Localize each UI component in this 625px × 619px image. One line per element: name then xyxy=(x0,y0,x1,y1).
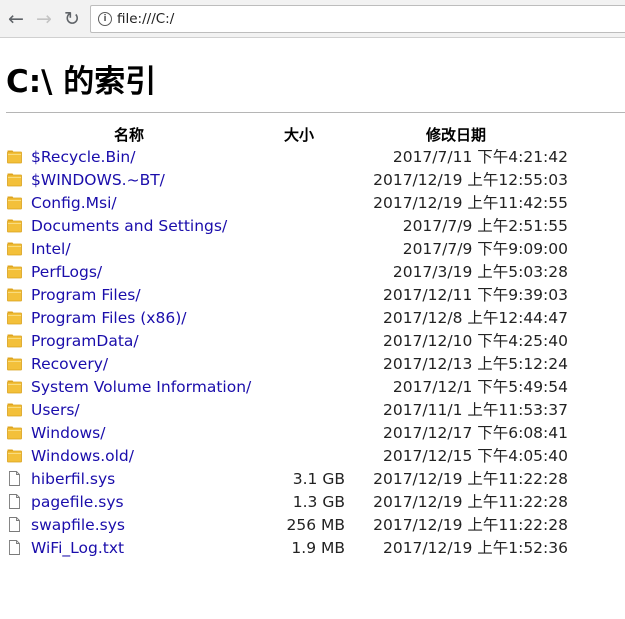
table-row: Program Files (x86)/ 2017/12/8 上午12:44:47 xyxy=(0,307,625,330)
info-icon[interactable]: i xyxy=(98,12,112,26)
table-row: Users/2017/11/1 上午11:53:37 xyxy=(0,399,625,422)
folder-icon xyxy=(7,241,22,256)
file-icon xyxy=(7,494,22,509)
table-row: $Recycle.Bin/2017/7/11 下午4:21:42 xyxy=(0,146,625,169)
entry-name-link[interactable]: Program Files (x86)/ xyxy=(31,308,186,328)
folder-icon xyxy=(7,264,22,279)
entry-name-link[interactable]: hiberfil.sys xyxy=(31,469,115,489)
entry-modified: 2017/12/19 上午12:55:03 xyxy=(373,171,568,189)
entry-name-link[interactable]: Windows.old/ xyxy=(31,446,134,466)
folder-icon xyxy=(7,287,22,302)
folder-icon xyxy=(7,195,22,210)
column-header-name[interactable]: 名称 xyxy=(114,125,144,145)
file-icon xyxy=(7,471,22,486)
column-header-size[interactable]: 大小 xyxy=(284,125,314,145)
folder-icon xyxy=(7,218,22,233)
entry-name-link[interactable]: Windows/ xyxy=(31,423,105,443)
entry-modified: 2017/7/9 下午9:09:00 xyxy=(402,240,568,258)
browser-toolbar: ← → ↻ i file:///C:/ xyxy=(0,0,625,38)
entry-modified: 2017/7/11 下午4:21:42 xyxy=(392,148,568,166)
table-row: ProgramData/2017/12/10 下午4:25:40 xyxy=(0,330,625,353)
address-bar-url[interactable]: file:///C:/ xyxy=(117,11,174,27)
table-row: Config.Msi/2017/12/19 上午11:42:55 xyxy=(0,192,625,215)
file-icon xyxy=(7,517,22,532)
entry-size: 256 MB xyxy=(286,516,345,534)
entry-size: 1.9 MB xyxy=(291,539,345,557)
entry-modified: 2017/12/8 上午12:44:47 xyxy=(382,309,568,327)
folder-icon xyxy=(7,310,22,325)
folder-icon xyxy=(7,402,22,417)
entry-modified: 2017/12/19 上午1:52:36 xyxy=(382,539,568,557)
entry-name-link[interactable]: System Volume Information/ xyxy=(31,377,251,397)
folder-icon xyxy=(7,149,22,164)
entry-modified: 2017/12/19 上午11:42:55 xyxy=(373,194,568,212)
folder-icon xyxy=(7,333,22,348)
entry-name-link[interactable]: Recovery/ xyxy=(31,354,108,374)
folder-icon xyxy=(7,425,22,440)
entry-name-link[interactable]: WiFi_Log.txt xyxy=(31,538,124,558)
entry-name-link[interactable]: Program Files/ xyxy=(31,285,141,305)
entry-modified: 2017/12/17 下午6:08:41 xyxy=(382,424,568,442)
entry-modified: 2017/7/9 上午2:51:55 xyxy=(402,217,568,235)
entry-modified: 2017/12/1 下午5:49:54 xyxy=(392,378,568,396)
entry-size: 1.3 GB xyxy=(292,493,345,511)
table-row: PerfLogs/2017/3/19 上午5:03:28 xyxy=(0,261,625,284)
entry-name-link[interactable]: swapfile.sys xyxy=(31,515,125,535)
entry-modified: 2017/12/11 下午9:39:03 xyxy=(382,286,568,304)
reload-icon[interactable]: ↻ xyxy=(62,8,82,30)
folder-icon xyxy=(7,379,22,394)
folder-icon xyxy=(7,172,22,187)
table-row: Intel/2017/7/9 下午9:09:00 xyxy=(0,238,625,261)
table-row: $WINDOWS.~BT/2017/12/19 上午12:55:03 xyxy=(0,169,625,192)
entry-name-link[interactable]: Documents and Settings/ xyxy=(31,216,227,236)
directory-listing: $Recycle.Bin/2017/7/11 下午4:21:42 $WINDOWS… xyxy=(0,146,625,560)
table-row: Windows/2017/12/17 下午6:08:41 xyxy=(0,422,625,445)
page-title: C:\ 的索引 xyxy=(6,64,157,100)
table-row: pagefile.sys 1.3 GB 2017/12/19 上午11:22:28 xyxy=(0,491,625,514)
title-divider xyxy=(6,112,625,113)
entry-name-link[interactable]: pagefile.sys xyxy=(31,492,124,512)
table-row: swapfile.sys 256 MB 2017/12/19 上午11:22:28 xyxy=(0,514,625,537)
entry-modified: 2017/12/19 上午11:22:28 xyxy=(373,516,568,534)
table-row: Recovery/2017/12/13 上午5:12:24 xyxy=(0,353,625,376)
entry-modified: 2017/12/13 上午5:12:24 xyxy=(382,355,568,373)
entry-modified: 2017/12/10 下午4:25:40 xyxy=(382,332,568,350)
column-header-modified[interactable]: 修改日期 xyxy=(426,125,486,145)
entry-modified: 2017/11/1 上午11:53:37 xyxy=(382,401,568,419)
table-row: System Volume Information/2017/12/1 下午5:… xyxy=(0,376,625,399)
arrow-right-icon[interactable]: → xyxy=(34,8,54,30)
entry-name-link[interactable]: $WINDOWS.~BT/ xyxy=(31,170,165,190)
entry-modified: 2017/12/19 上午11:22:28 xyxy=(373,470,568,488)
table-row: Windows.old/2017/12/15 下午4:05:40 xyxy=(0,445,625,468)
arrow-left-icon[interactable]: ← xyxy=(6,8,26,30)
entry-modified: 2017/3/19 上午5:03:28 xyxy=(392,263,568,281)
table-row: hiberfil.sys 3.1 GB 2017/12/19 上午11:22:28 xyxy=(0,468,625,491)
entry-name-link[interactable]: Intel/ xyxy=(31,239,71,259)
address-bar[interactable]: i file:///C:/ xyxy=(90,5,625,33)
entry-size: 3.1 GB xyxy=(292,470,345,488)
entry-modified: 2017/12/15 下午4:05:40 xyxy=(382,447,568,465)
folder-icon xyxy=(7,448,22,463)
table-row: Program Files/2017/12/11 下午9:39:03 xyxy=(0,284,625,307)
file-icon xyxy=(7,540,22,555)
entry-name-link[interactable]: Users/ xyxy=(31,400,80,420)
folder-icon xyxy=(7,356,22,371)
table-row: WiFi_Log.txt 1.9 MB 2017/12/19 上午1:52:36 xyxy=(0,537,625,560)
entry-modified: 2017/12/19 上午11:22:28 xyxy=(373,493,568,511)
table-row: Documents and Settings/2017/7/9 上午2:51:5… xyxy=(0,215,625,238)
entry-name-link[interactable]: PerfLogs/ xyxy=(31,262,102,282)
entry-name-link[interactable]: Config.Msi/ xyxy=(31,193,117,213)
entry-name-link[interactable]: ProgramData/ xyxy=(31,331,139,351)
entry-name-link[interactable]: $Recycle.Bin/ xyxy=(31,147,135,167)
